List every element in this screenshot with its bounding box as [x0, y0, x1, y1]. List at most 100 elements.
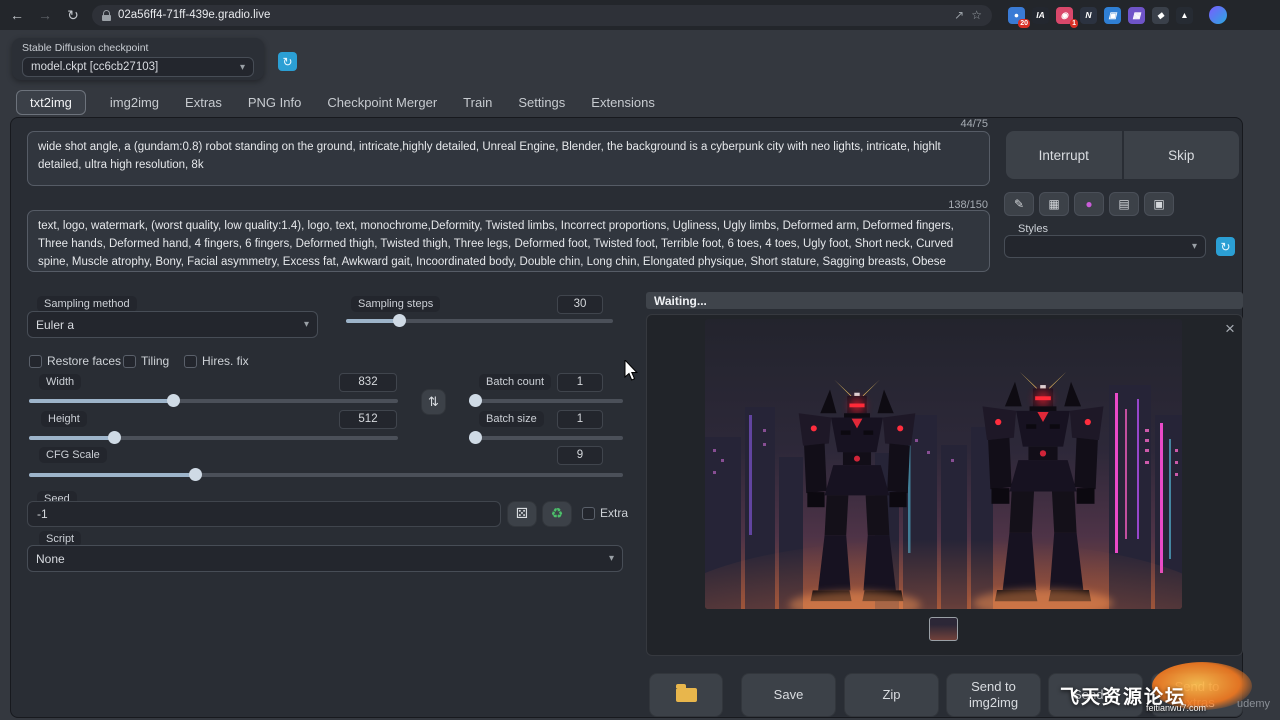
url-bar[interactable]: 02a56ff4-71ff-439e.gradio.live ↗ ☆ [92, 5, 992, 26]
cfg-scale-value[interactable]: 9 [557, 446, 603, 465]
chevron-down-icon: ▾ [609, 553, 614, 564]
watermark-site-text: feitianwu7.com [1146, 703, 1206, 713]
extension-badge: 1 [1070, 19, 1078, 28]
extension-glyph: IA [1036, 10, 1045, 20]
sampling-method-value: Euler a [36, 318, 74, 332]
tiling-checkbox[interactable] [123, 355, 136, 368]
extension-icon-7[interactable]: ◆ [1152, 7, 1169, 24]
styles-dropdown[interactable]: ▾ [1004, 235, 1206, 258]
batch-size-slider[interactable] [469, 431, 623, 444]
random-seed-dice-button[interactable]: ⚄ [507, 501, 537, 527]
skip-button[interactable]: Skip [1124, 131, 1240, 179]
interrupt-button[interactable]: Interrupt [1006, 131, 1122, 179]
progress-status: Waiting... [646, 292, 1243, 309]
chevron-down-icon: ▾ [1192, 241, 1197, 252]
batch-count-label: Batch count [479, 374, 551, 390]
prompt-input[interactable]: wide shot angle, a (gundam:0.8) robot st… [27, 131, 990, 186]
extension-badge: 20 [1018, 19, 1030, 28]
checkpoint-dropdown[interactable]: model.ckpt [cc6cb27103] ▾ [22, 57, 254, 77]
share-icon[interactable]: ↗ [954, 8, 964, 22]
tab-img2img[interactable]: img2img [108, 91, 161, 114]
cfg-scale-label: CFG Scale [39, 447, 107, 463]
refresh-checkpoint-button[interactable]: ↻ [278, 52, 297, 71]
extra-seed-checkbox[interactable] [582, 507, 595, 520]
open-folder-button[interactable] [649, 673, 723, 717]
forward-icon[interactable]: → [36, 7, 54, 23]
width-value[interactable]: 832 [339, 373, 397, 392]
extra-networks-button[interactable]: ● [1074, 192, 1104, 216]
extension-icon-5[interactable]: ▣ [1104, 7, 1121, 24]
batch-count-value[interactable]: 1 [557, 373, 603, 392]
seed-input[interactable]: -1 [27, 501, 501, 527]
extension-icon-2[interactable]: IA [1032, 7, 1049, 24]
extension-icon-1[interactable]: ●20 [1008, 7, 1025, 24]
prompt-tool-buttons: ✎ ▦ ● ▤ ▣ [1004, 192, 1174, 216]
chevron-down-icon: ▾ [304, 319, 309, 330]
extension-glyph: ◆ [1157, 10, 1164, 21]
output-image[interactable] [705, 319, 1182, 609]
prompt-token-counter: 44/75 [916, 118, 988, 130]
extension-glyph: N [1085, 10, 1091, 20]
tab-extensions[interactable]: Extensions [589, 91, 657, 114]
negative-prompt-input[interactable]: text, logo, watermark, (worst quality, l… [27, 210, 990, 272]
height-slider[interactable] [29, 431, 398, 444]
width-slider[interactable] [29, 394, 398, 407]
extra-seed-label: Extra [600, 506, 628, 520]
sampling-steps-label: Sampling steps [351, 296, 440, 312]
swap-dimensions-button[interactable]: ⇅ [421, 389, 446, 415]
sampling-method-dropdown[interactable]: Euler a ▾ [27, 311, 318, 338]
sampling-steps-slider[interactable] [346, 314, 613, 327]
tab-train[interactable]: Train [461, 91, 494, 114]
extension-glyph: ▦ [1132, 10, 1140, 21]
back-icon[interactable]: ← [8, 7, 26, 23]
bookmark-star-icon[interactable]: ☆ [971, 8, 982, 22]
paste-params-button[interactable]: ✎ [1004, 192, 1034, 216]
reuse-seed-recycle-button[interactable]: ♻ [542, 501, 572, 527]
apply-style-button[interactable]: ▤ [1109, 192, 1139, 216]
clear-prompt-button[interactable]: ▦ [1039, 192, 1069, 216]
cfg-scale-slider[interactable] [29, 468, 623, 481]
tab-checkpoint-merger[interactable]: Checkpoint Merger [325, 91, 439, 114]
hires-fix-label: Hires. fix [202, 354, 249, 368]
lock-icon [102, 10, 111, 21]
refresh-styles-button[interactable]: ↻ [1216, 237, 1235, 256]
reload-icon[interactable]: ↻ [64, 7, 82, 24]
height-label: Height [41, 411, 87, 427]
extension-icon-6[interactable]: ▦ [1128, 7, 1145, 24]
gundam-cyberpunk-image [705, 319, 1182, 609]
save-style-button[interactable]: ▣ [1144, 192, 1174, 216]
output-gallery: × [646, 314, 1243, 656]
extension-icon-8[interactable]: ▲ [1176, 7, 1193, 24]
tab-txt2img[interactable]: txt2img [16, 90, 86, 115]
hires-fix-checkbox[interactable] [184, 355, 197, 368]
restore-faces-checkbox[interactable] [29, 355, 42, 368]
extension-glyph: ▲ [1180, 10, 1188, 20]
batch-size-value[interactable]: 1 [557, 410, 603, 429]
txt2img-panel: 44/75 wide shot angle, a (gundam:0.8) ro… [10, 117, 1243, 718]
restore-faces-label: Restore faces [47, 354, 121, 368]
extension-glyph: ◉ [1061, 10, 1068, 21]
extension-icon-3[interactable]: ◉1 [1056, 7, 1073, 24]
send-to-img2img-button[interactable]: Send to img2img [946, 673, 1041, 717]
batch-count-slider[interactable] [469, 394, 623, 407]
close-icon[interactable]: × [1225, 321, 1235, 337]
tab-extras[interactable]: Extras [183, 91, 224, 114]
chevron-down-icon: ▾ [240, 62, 245, 73]
tiling-label: Tiling [141, 354, 169, 368]
tab-png-info[interactable]: PNG Info [246, 91, 303, 114]
tab-settings[interactable]: Settings [516, 91, 567, 114]
extension-icons: ●20 IA ◉1 N ▣ ▦ ◆ ▲ [1008, 7, 1193, 24]
save-button[interactable]: Save [741, 673, 836, 717]
zip-button[interactable]: Zip [844, 673, 939, 717]
url-text: 02a56ff4-71ff-439e.gradio.live [118, 9, 947, 21]
checkpoint-value: model.ckpt [cc6cb27103] [31, 61, 158, 73]
extension-glyph: ▣ [1108, 10, 1116, 21]
height-value[interactable]: 512 [339, 410, 397, 429]
sampling-method-label: Sampling method [37, 296, 137, 312]
script-dropdown[interactable]: None ▾ [27, 545, 623, 572]
checkpoint-block: Stable Diffusion checkpoint model.ckpt [… [12, 38, 264, 80]
extension-icon-4[interactable]: N [1080, 7, 1097, 24]
sampling-steps-value[interactable]: 30 [557, 295, 603, 314]
gallery-thumbnail[interactable] [929, 617, 958, 641]
profile-avatar[interactable] [1209, 6, 1227, 24]
